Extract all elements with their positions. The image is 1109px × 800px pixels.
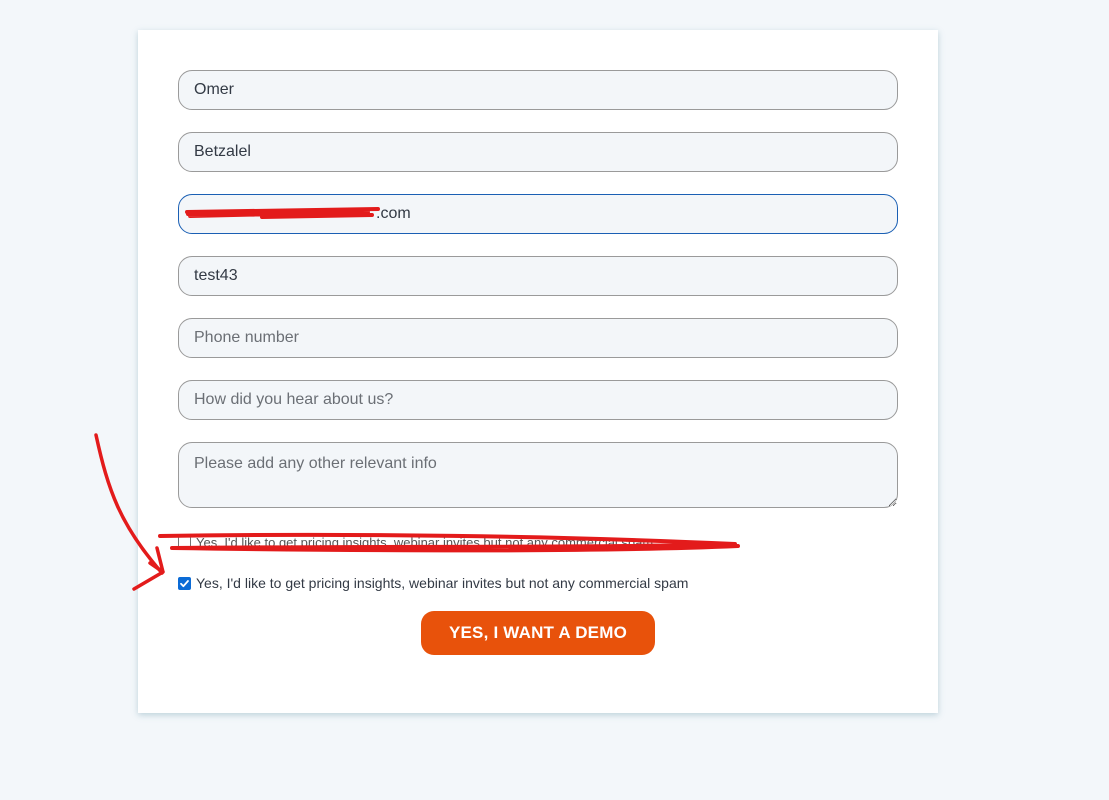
last-name-input[interactable]: [178, 132, 898, 172]
demo-request-form: .com Yes, I'd like to get pricing insigh…: [138, 30, 938, 713]
request-demo-button[interactable]: YES, I WANT A DEMO: [421, 611, 655, 655]
consent-row[interactable]: Yes, I'd like to get pricing insights, w…: [178, 575, 688, 591]
consent-checkbox-obscured[interactable]: [178, 536, 191, 549]
first-name-input[interactable]: [178, 70, 898, 110]
checkmark-icon: [180, 579, 189, 587]
consent-label-obscured: Yes, I'd like to get pricing insights, w…: [196, 535, 654, 550]
how-heard-input[interactable]: [178, 380, 898, 420]
consent-checkbox[interactable]: [178, 576, 191, 590]
consent-row-obscured: Yes, I'd like to get pricing insights, w…: [178, 535, 653, 550]
company-input[interactable]: [178, 256, 898, 296]
additional-info-textarea[interactable]: [178, 442, 898, 508]
email-visible-suffix: .com: [376, 205, 411, 222]
phone-input[interactable]: [178, 318, 898, 358]
email-input[interactable]: .com: [178, 194, 898, 234]
consent-label: Yes, I'd like to get pricing insights, w…: [196, 575, 689, 591]
